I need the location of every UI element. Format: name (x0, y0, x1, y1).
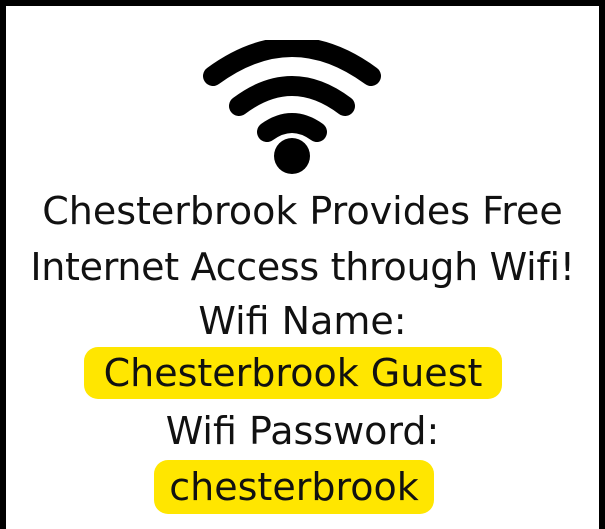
wifi-arc-middle (229, 76, 355, 116)
wifi-password-label: Wifi Password: (165, 409, 440, 453)
wifi-name-label: Wifi Name: (198, 299, 407, 343)
wifi-name-value: Chesterbrook Guest (84, 347, 502, 399)
headline-line-1: Chesterbrook Provides Free (42, 189, 563, 233)
headline-line-2: Internet Access through Wifi! (30, 245, 575, 289)
wifi-arc-outer (203, 40, 381, 86)
wifi-dot (274, 138, 310, 174)
wifi-password-value: chesterbrook (154, 460, 434, 514)
wifi-arc-inner (257, 113, 327, 142)
wifi-icon (203, 40, 381, 174)
